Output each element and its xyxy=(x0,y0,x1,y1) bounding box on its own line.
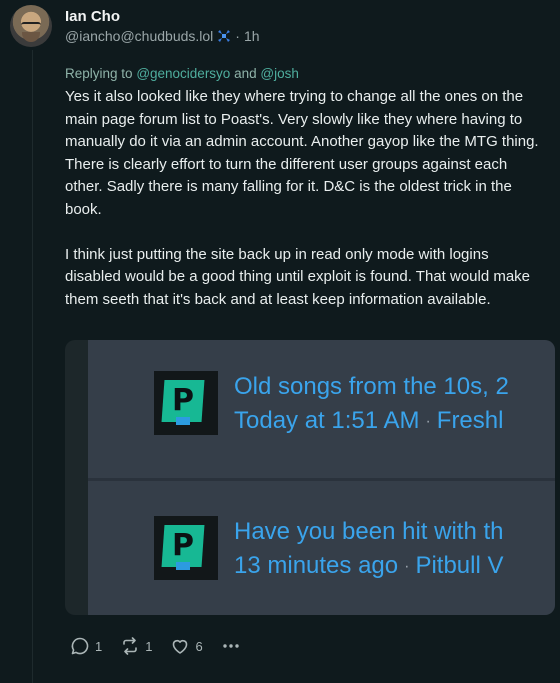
replying-to: Replying to @genocidersyo and @josh xyxy=(65,66,299,81)
heart-icon xyxy=(173,639,188,654)
author-handle[interactable]: @iancho@chudbuds.lol xyxy=(65,28,213,44)
author-display-name[interactable]: Ian Cho xyxy=(65,8,120,25)
mention-link-2[interactable]: @josh xyxy=(260,66,298,81)
post-paragraph: I think just putting the site back up in… xyxy=(65,245,531,308)
sparkle-badge-icon xyxy=(217,29,231,43)
thread-title: Old songs from the 10s, 2 xyxy=(234,373,509,400)
thread-time: Today at 1:51 AM xyxy=(234,407,420,434)
avatar-glasses xyxy=(21,22,41,30)
more-options-button[interactable] xyxy=(221,636,241,656)
like-button[interactable]: 6 xyxy=(170,636,203,656)
post-actions: 1 1 6 xyxy=(70,636,259,656)
post-paragraph: Yes it also looked like they where tryin… xyxy=(65,88,539,218)
post-time[interactable]: 1h xyxy=(244,28,260,44)
avatar[interactable] xyxy=(10,5,52,47)
reply-icon xyxy=(71,637,89,655)
time-separator: · xyxy=(235,28,240,44)
screenshot-image: P Old songs from the 10s, 2 Today at 1:5… xyxy=(88,340,555,615)
thread-forum: Pitbull V xyxy=(415,552,504,579)
like-count: 6 xyxy=(195,638,203,654)
author-handle-row: @iancho@chudbuds.lol · 1h xyxy=(65,28,260,44)
avatar-beard xyxy=(22,32,40,42)
thread-line xyxy=(32,50,33,683)
forum-thread-item: P Have you been hit with th 13 minutes a… xyxy=(154,516,504,585)
thread-separator: · xyxy=(425,412,431,430)
thread-forum: Freshl xyxy=(436,407,504,434)
repost-button[interactable]: 1 xyxy=(120,636,152,656)
more-icon xyxy=(223,644,239,648)
replying-to-conj: and xyxy=(234,66,257,81)
thread-title: Have you been hit with th xyxy=(234,518,504,545)
reply-button[interactable]: 1 xyxy=(70,636,102,656)
repost-icon xyxy=(123,637,138,655)
screenshot-clip: P Old songs from the 10s, 2 Today at 1:5… xyxy=(88,340,555,615)
thread-separator: · xyxy=(404,557,410,575)
replying-to-prefix: Replying to xyxy=(65,66,133,81)
screenshot-divider xyxy=(88,478,555,481)
image-attachment[interactable]: P Old songs from the 10s, 2 Today at 1:5… xyxy=(65,340,555,615)
mention-link-1[interactable]: @genocidersyo xyxy=(136,66,230,81)
thread-time: 13 minutes ago xyxy=(234,552,399,579)
forum-thread-item: P Old songs from the 10s, 2 Today at 1:5… xyxy=(154,371,509,440)
forum-logo-icon: P xyxy=(154,371,218,435)
repost-count: 1 xyxy=(145,638,153,654)
post-body: Yes it also looked like they where tryin… xyxy=(65,86,545,311)
forum-logo-icon: P xyxy=(154,516,218,580)
post-card: Ian Cho @iancho@chudbuds.lol · 1h Replyi… xyxy=(0,0,560,683)
reply-count: 1 xyxy=(95,638,103,654)
